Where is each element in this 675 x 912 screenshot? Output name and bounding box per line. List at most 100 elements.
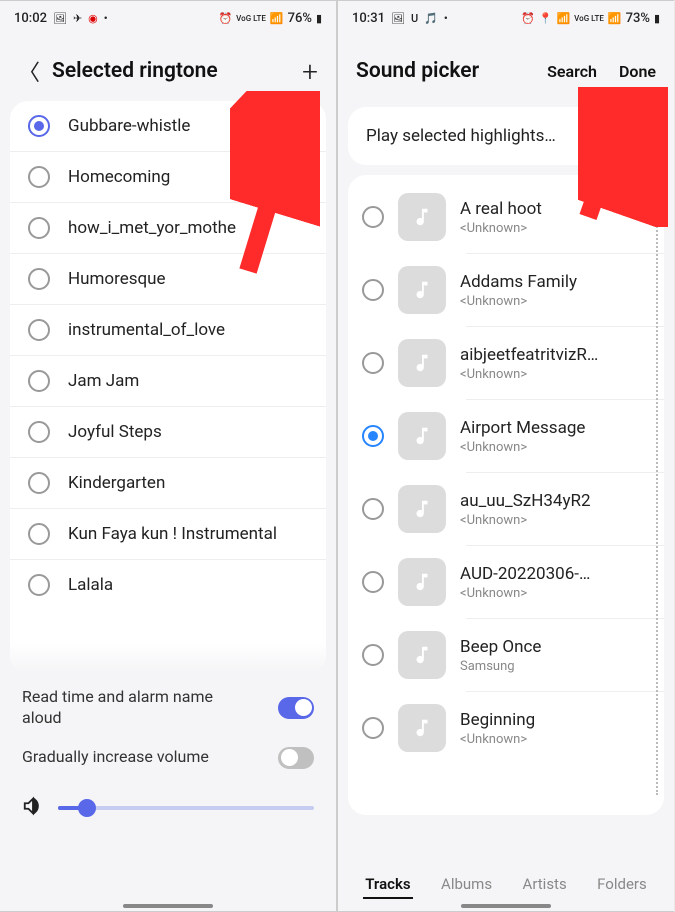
back-icon[interactable]: 〈: [18, 55, 40, 87]
sound-artist: <Unknown>: [460, 440, 650, 455]
tab-artists[interactable]: Artists: [521, 871, 569, 899]
ringtone-label: Kindergarten: [68, 473, 165, 493]
scroll-indicator[interactable]: [656, 195, 658, 795]
gradual-volume-toggle[interactable]: [278, 747, 314, 769]
ringtone-item[interactable]: Homecoming: [10, 152, 326, 203]
music-note-icon: [398, 193, 446, 241]
tab-albums[interactable]: Albums: [439, 871, 494, 899]
battery-icon: ▮: [316, 12, 322, 25]
search-button[interactable]: Search: [547, 62, 597, 81]
ringtone-label: Kun Faya kun ! Instrumental: [68, 524, 277, 544]
sound-item[interactable]: Beginning<Unknown>: [348, 692, 664, 764]
radio-button[interactable]: [362, 206, 384, 228]
ringtone-item[interactable]: Joyful Steps: [10, 407, 326, 458]
sound-item[interactable]: AUD-20220306-… <Unknown>: [348, 546, 664, 618]
record-icon: ◉: [88, 12, 98, 25]
location-icon: 📍: [539, 12, 553, 25]
send-icon: ✈: [73, 12, 82, 25]
music-icon: 🎵: [424, 12, 438, 25]
radio-button[interactable]: [362, 498, 384, 520]
sound-artist: <Unknown>: [460, 294, 650, 309]
volume-icon: [22, 795, 44, 822]
radio-button[interactable]: [28, 574, 50, 596]
ringtone-label: how_i_met_yor_mothe: [68, 218, 236, 238]
gradual-volume-label: Gradually increase volume: [22, 747, 209, 768]
radio-button[interactable]: [28, 217, 50, 239]
ringtone-item[interactable]: instrumental_of_love: [10, 305, 326, 356]
image-icon: 🖼: [53, 12, 67, 25]
radio-button[interactable]: [362, 352, 384, 374]
tab-tracks[interactable]: Tracks: [363, 871, 412, 899]
music-note-icon: [398, 704, 446, 752]
ringtone-label: instrumental_of_love: [68, 320, 225, 340]
ringtone-item[interactable]: how_i_met_yor_mothe: [10, 203, 326, 254]
radio-button[interactable]: [28, 166, 50, 188]
nav-handle[interactable]: [123, 904, 213, 908]
radio-button[interactable]: [28, 319, 50, 341]
sound-title: au_uu_SzH34yR2: [460, 491, 650, 511]
radio-button[interactable]: [28, 472, 50, 494]
sound-title: aibjeetfeatritvizR…: [460, 345, 650, 365]
sound-item[interactable]: Airport Message<Unknown>: [348, 400, 664, 472]
ringtone-item[interactable]: Kindergarten: [10, 458, 326, 509]
radio-button[interactable]: [28, 523, 50, 545]
wifi-icon: 📶: [556, 12, 570, 25]
sound-item[interactable]: Addams Family<Unknown>: [348, 254, 664, 326]
music-note-icon: [398, 631, 446, 679]
sound-artist: <Unknown>: [460, 513, 650, 528]
ringtone-item[interactable]: Kun Faya kun ! Instrumental: [10, 509, 326, 560]
radio-button[interactable]: [28, 115, 50, 137]
tabs: Tracks Albums Artists Folders: [338, 871, 674, 899]
ringtone-list: Gubbare-whistle Homecoming how_i_met_yor_m…: [10, 101, 326, 673]
sound-artist: <Unknown>: [460, 221, 650, 236]
signal-icon: 📶: [270, 12, 284, 25]
sound-artist: Samsung: [460, 659, 650, 674]
page-title: Sound picker: [356, 59, 535, 83]
battery-percent: 76%: [288, 11, 312, 26]
sound-item[interactable]: A real hoot<Unknown>: [348, 181, 664, 253]
ringtone-label: Homecoming: [68, 167, 170, 187]
sound-artist: <Unknown>: [460, 586, 650, 601]
sound-item[interactable]: aibjeetfeatritvizR… <Unknown>: [348, 327, 664, 399]
sound-item[interactable]: Beep OnceSamsung: [348, 619, 664, 691]
page-title: Selected ringtone: [52, 59, 290, 83]
radio-button[interactable]: [362, 717, 384, 739]
sound-artist: <Unknown>: [460, 732, 650, 747]
radio-button[interactable]: [362, 571, 384, 593]
music-note-icon: [398, 339, 446, 387]
sound-item[interactable]: au_uu_SzH34yR2 <Unknown>: [348, 473, 664, 545]
add-button[interactable]: +: [302, 55, 318, 88]
music-note-icon: [398, 266, 446, 314]
volume-slider[interactable]: [58, 806, 314, 810]
sound-artist: <Unknown>: [460, 367, 650, 382]
status-bar: 10:31 🖼 U 🎵 • ⏰ 📍 📶 VoG LTE 📶 73% ▮: [338, 1, 674, 35]
done-button[interactable]: Done: [619, 62, 656, 81]
volte-icon: VoG LTE: [574, 14, 604, 23]
volte-icon: VoG LTE: [236, 14, 266, 23]
ringtone-label: Humoresque: [68, 269, 166, 289]
radio-button[interactable]: [28, 268, 50, 290]
radio-button[interactable]: [28, 421, 50, 443]
radio-button[interactable]: [362, 644, 384, 666]
radio-button[interactable]: [362, 279, 384, 301]
status-time: 10:31: [352, 11, 385, 26]
play-highlights-toggle[interactable]: [610, 125, 646, 147]
ringtone-label: Joyful Steps: [68, 422, 162, 442]
signal-icon: 📶: [608, 12, 622, 25]
tab-folders[interactable]: Folders: [595, 871, 649, 899]
radio-button[interactable]: [362, 425, 384, 447]
music-note-icon: [398, 558, 446, 606]
nav-handle[interactable]: [461, 904, 551, 908]
sound-title: AUD-20220306-…: [460, 564, 650, 584]
ringtone-item[interactable]: Gubbare-whistle: [10, 101, 326, 152]
read-aloud-label: Read time and alarm name aloud: [22, 687, 222, 729]
radio-button[interactable]: [28, 370, 50, 392]
ringtone-item[interactable]: Jam Jam: [10, 356, 326, 407]
ringtone-item[interactable]: Lalala: [10, 560, 326, 610]
ringtone-label: Jam Jam: [68, 371, 139, 391]
read-aloud-toggle[interactable]: [278, 697, 314, 719]
u-icon: U: [411, 12, 418, 25]
ringtone-item[interactable]: Humoresque: [10, 254, 326, 305]
status-time: 10:02: [14, 11, 47, 26]
dot-icon: •: [444, 12, 448, 25]
